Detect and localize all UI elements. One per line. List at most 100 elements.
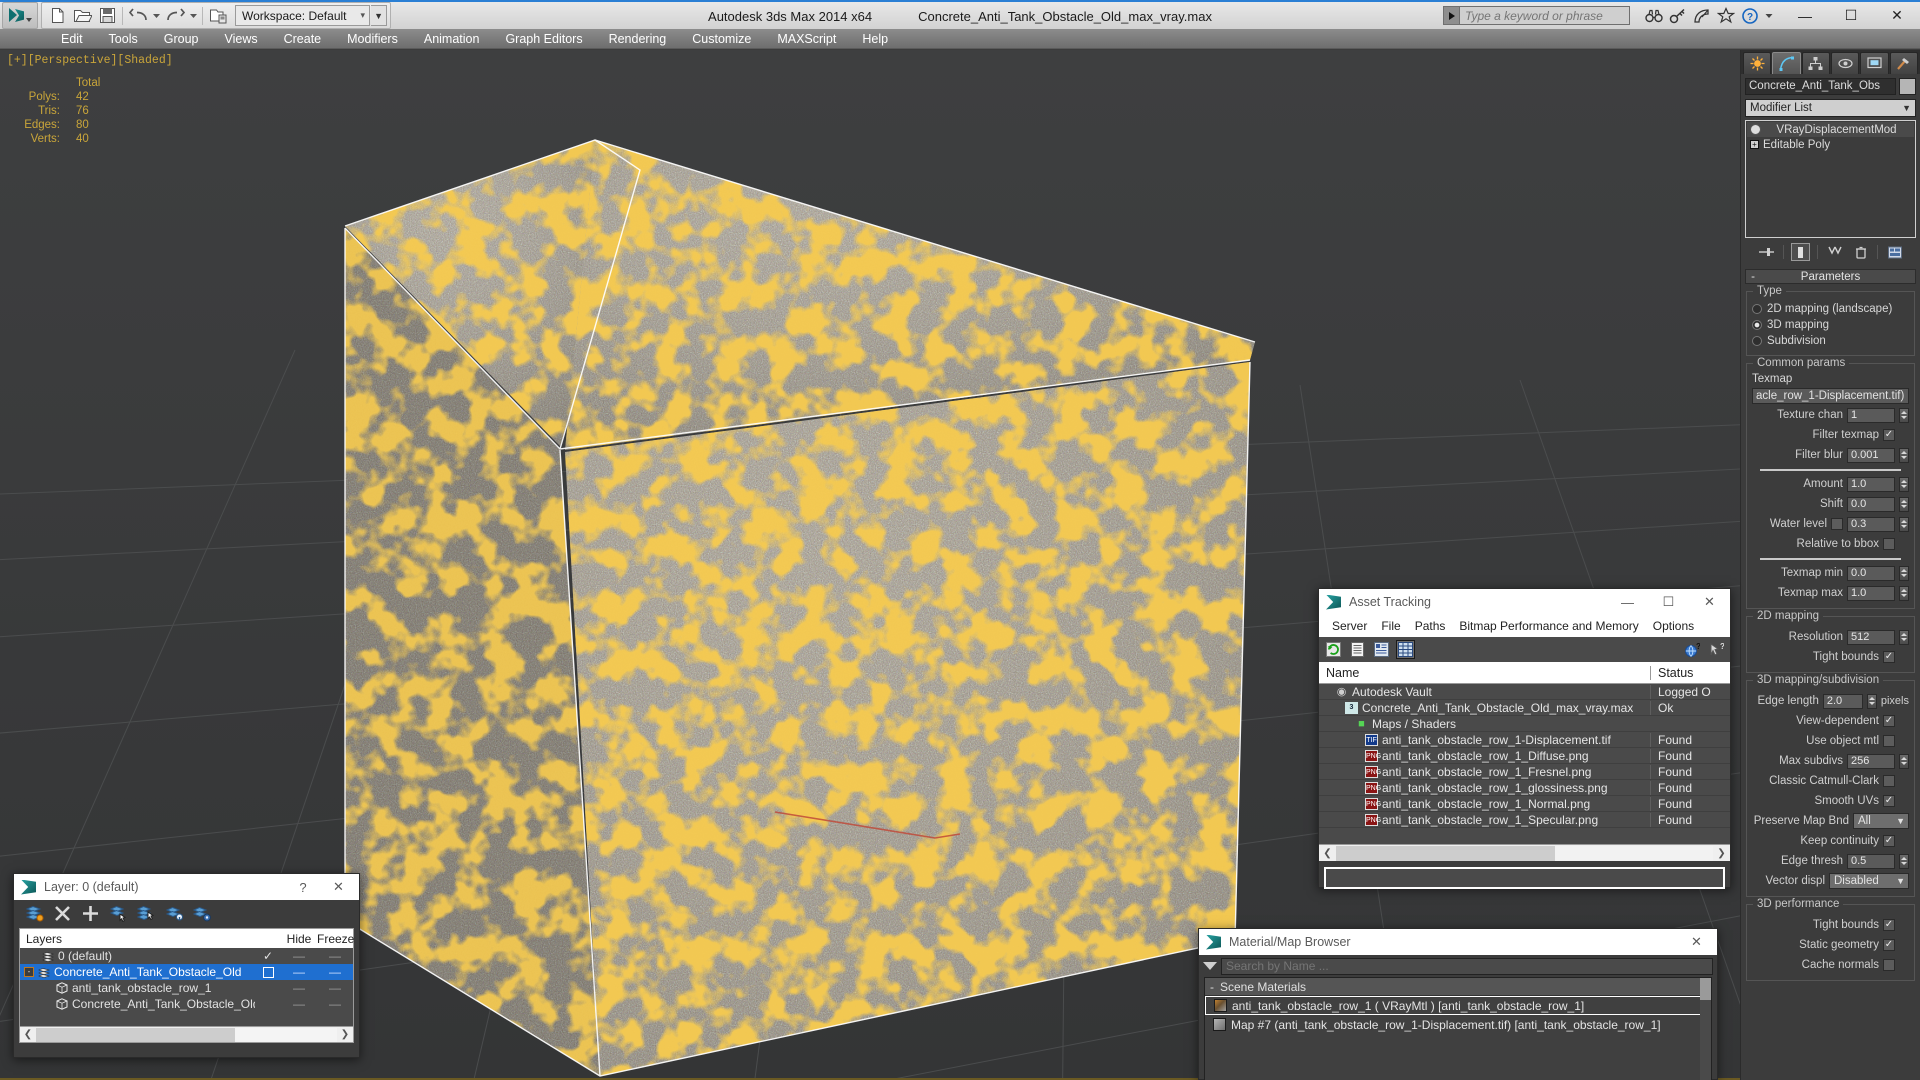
utilities-tab[interactable]: [1889, 52, 1918, 74]
radio-subdivision[interactable]: Subdivision: [1752, 333, 1909, 349]
set-current-layer-icon[interactable]: [164, 903, 184, 923]
current-layer-check[interactable]: [255, 966, 281, 978]
water-level-input[interactable]: 0.3: [1847, 516, 1895, 532]
material-browser-scrollbar[interactable]: [1700, 978, 1711, 1080]
menu-item-maxscript[interactable]: MAXScript: [764, 29, 849, 49]
shift-spinner[interactable]: [1899, 496, 1909, 512]
menu-item-create[interactable]: Create: [271, 29, 335, 49]
scroll-thumb[interactable]: [1700, 978, 1711, 1000]
set-project-folder-icon[interactable]: [206, 4, 230, 27]
list-view-icon[interactable]: [1348, 640, 1367, 659]
table-row[interactable]: PNG anti_tank_obstacle_row_1_Specular.pn…: [1319, 812, 1730, 828]
at-menu-options[interactable]: Options: [1646, 619, 1701, 633]
list-item[interactable]: anti_tank_obstacle_row_1 ( VRayMtl ) [an…: [1205, 996, 1711, 1015]
resolution-input[interactable]: 512: [1847, 629, 1895, 645]
help-button[interactable]: ?: [288, 874, 318, 900]
texmap-button[interactable]: acle_row_1-Displacement.tif): [1752, 388, 1909, 404]
minimize-button[interactable]: —: [1607, 589, 1648, 615]
use-object-mtl-checkbox[interactable]: [1883, 735, 1895, 747]
expand-icon[interactable]: +: [1750, 140, 1759, 149]
star-icon[interactable]: [1716, 6, 1735, 25]
search-dropdown-icon[interactable]: [1443, 6, 1460, 25]
workspace-selector[interactable]: Workspace: Default ▾: [235, 5, 371, 26]
menu-item-tools[interactable]: Tools: [96, 29, 151, 49]
help-icon[interactable]: ?: [1740, 6, 1759, 25]
edge-length-spinner[interactable]: [1866, 693, 1877, 709]
search-input[interactable]: [1460, 6, 1630, 25]
texmap-min-input[interactable]: 0.0: [1847, 565, 1895, 581]
layer-properties-icon[interactable]: [192, 903, 212, 923]
scroll-right-icon[interactable]: ❯: [337, 1029, 353, 1040]
tight-bounds-2d-checkbox[interactable]: ✓: [1883, 651, 1895, 663]
maximize-button[interactable]: ☐: [1828, 1, 1874, 30]
modifier-stack-item-vraydisplacement[interactable]: VRayDisplacementMod: [1747, 122, 1914, 137]
material-browser-tree[interactable]: - Scene Materials anti_tank_obstacle_row…: [1204, 977, 1712, 1080]
redo-dropdown-icon[interactable]: [188, 4, 199, 27]
table-row[interactable]: ■ Maps / Shaders: [1319, 716, 1730, 732]
select-objects-icon[interactable]: [108, 903, 128, 923]
radio-icon[interactable]: [1752, 336, 1762, 346]
column-header-freeze[interactable]: Freeze: [317, 932, 354, 946]
edge-length-input[interactable]: 2.0: [1822, 693, 1863, 709]
add-selection-icon[interactable]: [80, 903, 100, 923]
modifier-stack-item-editable-poly[interactable]: + Editable Poly: [1747, 137, 1914, 152]
pin-stack-icon[interactable]: [1757, 243, 1776, 261]
freeze-toggle[interactable]: —: [317, 965, 353, 979]
at-menu-paths[interactable]: Paths: [1408, 619, 1453, 633]
collapse-icon[interactable]: -: [24, 967, 34, 977]
redo-icon[interactable]: [163, 4, 187, 27]
max-subdivs-input[interactable]: 256: [1847, 753, 1895, 769]
key-icon[interactable]: [1668, 6, 1687, 25]
refresh-icon[interactable]: [1324, 640, 1343, 659]
table-row[interactable]: PNG anti_tank_obstacle_row_1_Fresnel.png…: [1319, 764, 1730, 780]
freeze-toggle[interactable]: —: [317, 981, 353, 995]
preserve-map-bnd-select[interactable]: All ▼: [1853, 813, 1909, 829]
search-input[interactable]: [1221, 957, 1713, 975]
remove-modifier-icon[interactable]: [1851, 243, 1870, 261]
menu-item-edit[interactable]: Edit: [48, 29, 96, 49]
texture-chan-spinner[interactable]: [1899, 407, 1909, 423]
scroll-right-icon[interactable]: ❯: [1713, 845, 1730, 862]
texmap-max-input[interactable]: 1.0: [1847, 585, 1895, 601]
undo-dropdown-icon[interactable]: [151, 4, 162, 27]
column-header-hide[interactable]: Hide: [281, 932, 317, 946]
max-subdivs-spinner[interactable]: [1899, 753, 1909, 769]
rollout-collapse-icon[interactable]: -: [1746, 271, 1760, 283]
table-row[interactable]: 0 (default) ✓ — —: [20, 948, 353, 964]
radio-icon[interactable]: [1752, 320, 1762, 330]
make-unique-icon[interactable]: [1825, 243, 1844, 261]
view-dependent-checkbox[interactable]: ✓: [1883, 715, 1895, 727]
hide-toggle[interactable]: —: [281, 981, 317, 995]
object-name-field[interactable]: Concrete_Anti_Tank_Obs: [1745, 78, 1896, 95]
cache-normals-checkbox[interactable]: [1883, 959, 1895, 971]
texmap-max-spinner[interactable]: [1899, 585, 1909, 601]
at-menu-file[interactable]: File: [1374, 619, 1407, 633]
shift-input[interactable]: 0.0: [1847, 496, 1895, 512]
filter-blur-spinner[interactable]: [1899, 447, 1909, 463]
column-header-name[interactable]: Name: [1319, 666, 1650, 680]
close-button[interactable]: ✕: [1676, 929, 1717, 955]
radio-3d-mapping[interactable]: 3D mapping: [1752, 317, 1909, 333]
radio-2d-mapping[interactable]: 2D mapping (landscape): [1752, 301, 1909, 317]
create-tab[interactable]: [1743, 52, 1772, 74]
edge-thresh-spinner[interactable]: [1899, 853, 1909, 869]
freeze-toggle[interactable]: —: [317, 997, 353, 1011]
scene-materials-group-header[interactable]: - Scene Materials: [1205, 978, 1711, 996]
light-bulb-icon[interactable]: [1750, 124, 1761, 135]
keep-continuity-checkbox[interactable]: ✓: [1883, 835, 1895, 847]
parameters-rollout-header[interactable]: - Parameters: [1745, 269, 1916, 284]
application-menu-button[interactable]: [2, 2, 38, 29]
list-item[interactable]: Map #7 (anti_tank_obstacle_row_1-Displac…: [1205, 1015, 1711, 1034]
context-help-icon[interactable]: ?: [1706, 640, 1725, 659]
binoculars-icon[interactable]: [1644, 6, 1663, 25]
amount-spinner[interactable]: [1899, 476, 1909, 492]
filter-texmap-checkbox[interactable]: ✓: [1883, 429, 1895, 441]
undo-icon[interactable]: [126, 4, 150, 27]
edge-thresh-input[interactable]: 0.5: [1847, 853, 1895, 869]
menu-item-graph-editors[interactable]: Graph Editors: [492, 29, 595, 49]
close-button[interactable]: ✕: [1874, 1, 1920, 30]
hide-toggle[interactable]: —: [281, 965, 317, 979]
select-highlight-icon[interactable]: [136, 903, 156, 923]
table-row[interactable]: 3 Concrete_Anti_Tank_Obstacle_Old_max_vr…: [1319, 700, 1730, 716]
freeze-toggle[interactable]: —: [317, 949, 353, 963]
